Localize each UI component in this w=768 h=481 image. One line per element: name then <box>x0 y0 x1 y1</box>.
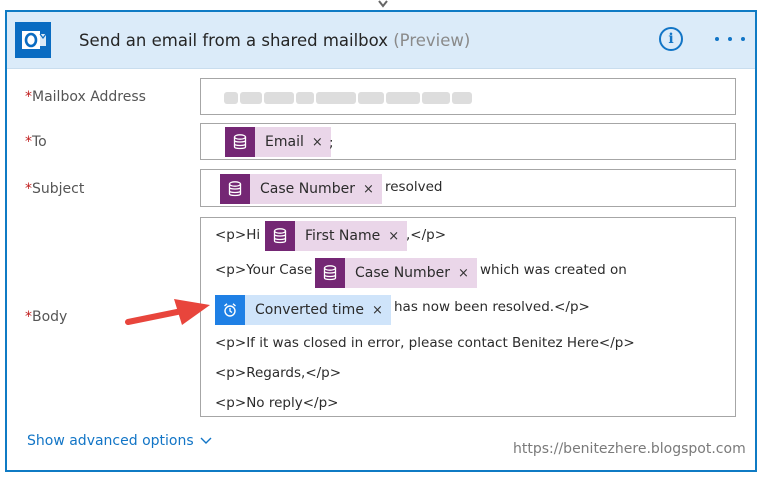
required-marker: * <box>25 134 32 150</box>
obscured-email-value <box>224 92 486 104</box>
body-text: <p>Regards,</p> <box>215 365 342 381</box>
token-label: First Name <box>305 228 381 244</box>
action-card: Send an email from a shared mailbox (Pre… <box>5 10 757 472</box>
body-label: *Body <box>25 309 67 325</box>
subject-field[interactable]: Case Number × resolved <box>200 169 736 207</box>
to-label: *To <box>25 134 47 150</box>
body-text: <p>Hi <box>215 227 261 243</box>
subject-suffix: resolved <box>385 179 443 195</box>
database-icon <box>265 221 295 251</box>
database-icon <box>225 127 255 157</box>
token-label: Email <box>265 134 304 150</box>
alarm-clock-icon <box>215 295 245 325</box>
body-text: <p>If it was closed in error, please con… <box>215 335 635 351</box>
first-name-token[interactable]: First Name × <box>265 221 408 251</box>
remove-token-icon[interactable]: × <box>388 229 407 244</box>
converted-time-token[interactable]: Converted time × <box>215 295 391 325</box>
token-label: Converted time <box>255 302 364 318</box>
token-label: Case Number <box>260 181 355 197</box>
mailbox-address-label: *Mailbox Address <box>25 89 146 105</box>
case-number-token[interactable]: Case Number × <box>315 258 477 288</box>
remove-token-icon[interactable]: × <box>363 182 382 197</box>
to-field[interactable]: Email × ; <box>200 123 736 160</box>
database-icon <box>220 174 250 204</box>
preview-tag: (Preview) <box>393 31 471 50</box>
required-marker: * <box>25 181 32 197</box>
remove-token-icon[interactable]: × <box>458 266 477 281</box>
subject-label: *Subject <box>25 181 84 197</box>
database-icon <box>315 258 345 288</box>
to-label-text: To <box>32 134 47 150</box>
action-title-text: Send an email from a shared mailbox <box>79 31 388 50</box>
required-marker: * <box>25 89 32 105</box>
body-text: which was created on <box>480 262 627 278</box>
to-suffix: ; <box>329 135 334 151</box>
body-field[interactable]: <p>Hi First Name × ,</p> <p>Your Case Ca… <box>200 217 736 417</box>
remove-token-icon[interactable]: × <box>372 303 391 318</box>
body-text: has now been resolved.</p> <box>394 299 590 315</box>
token-label: Case Number <box>355 265 450 281</box>
watermark: https://benitezhere.blogspot.com <box>513 441 746 457</box>
case-number-token[interactable]: Case Number × <box>220 174 382 204</box>
body-text: ,</p> <box>406 227 447 243</box>
info-icon[interactable]: i <box>659 27 683 51</box>
outlook-icon <box>15 22 51 58</box>
annotation-arrow-icon <box>125 299 210 325</box>
connector-arrow-icon <box>378 0 388 8</box>
mailbox-address-field[interactable] <box>200 78 736 115</box>
advanced-options-text: Show advanced options <box>27 433 194 449</box>
email-token[interactable]: Email × <box>225 127 331 157</box>
subject-label-text: Subject <box>32 181 85 197</box>
required-marker: * <box>25 309 32 325</box>
chevron-down-icon <box>200 437 212 444</box>
action-header[interactable]: Send an email from a shared mailbox (Pre… <box>7 12 755 69</box>
mailbox-address-label-text: Mailbox Address <box>32 89 146 105</box>
body-text: <p>Your Case <box>215 262 313 278</box>
ellipsis-icon[interactable] <box>713 35 753 45</box>
action-title: Send an email from a shared mailbox (Pre… <box>79 31 470 50</box>
body-label-text: Body <box>32 309 68 325</box>
remove-token-icon[interactable]: × <box>312 135 331 150</box>
body-text: <p>No reply</p> <box>215 395 339 411</box>
show-advanced-options-link[interactable]: Show advanced options <box>27 433 212 449</box>
